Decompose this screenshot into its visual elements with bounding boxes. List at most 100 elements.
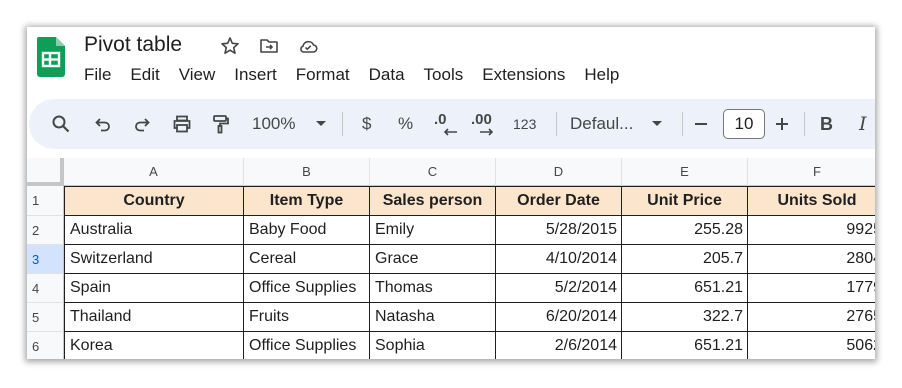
toolbar-divider bbox=[342, 112, 343, 136]
toolbar-divider bbox=[682, 112, 683, 136]
column-header-row: A B C D E F bbox=[27, 158, 875, 186]
column-header-c[interactable]: C bbox=[370, 158, 496, 186]
more-formats-button[interactable]: 123 bbox=[513, 99, 536, 149]
print-icon bbox=[173, 115, 191, 133]
menu-insert[interactable]: Insert bbox=[234, 64, 277, 86]
toolbar: 100% $ % .0 .00 123 Defaul... 10 B I bbox=[29, 99, 875, 149]
search-menus-button[interactable] bbox=[51, 99, 71, 149]
column-header-d[interactable]: D bbox=[496, 158, 622, 186]
column-header-e[interactable]: E bbox=[622, 158, 748, 186]
menu-file[interactable]: File bbox=[84, 64, 111, 86]
table-cell[interactable]: Cereal bbox=[244, 245, 370, 274]
menu-bar: File Edit View Insert Format Data Tools … bbox=[84, 64, 638, 86]
table-cell[interactable]: 9925 bbox=[748, 216, 875, 245]
table-cell[interactable]: Spain bbox=[64, 274, 244, 303]
table-cell[interactable]: Thomas bbox=[370, 274, 496, 303]
table-cell[interactable]: 322.7 bbox=[622, 303, 748, 332]
column-header-a[interactable]: A bbox=[64, 158, 244, 186]
font-size-input[interactable]: 10 bbox=[723, 109, 765, 139]
table-cell[interactable]: 255.28 bbox=[622, 216, 748, 245]
row-header-selected[interactable]: 3 bbox=[27, 245, 64, 274]
arrow-right-icon bbox=[480, 128, 494, 136]
menu-data[interactable]: Data bbox=[369, 64, 405, 86]
zoom-value: 100% bbox=[252, 114, 296, 133]
undo-button[interactable] bbox=[93, 99, 113, 149]
paint-format-button[interactable] bbox=[210, 99, 230, 149]
column-header-b[interactable]: B bbox=[244, 158, 370, 186]
table-cell[interactable]: Switzerland bbox=[64, 245, 244, 274]
table-row: 5 Thailand Fruits Natasha 6/20/2014 322.… bbox=[27, 303, 875, 332]
column-header-f[interactable]: F bbox=[748, 158, 875, 186]
table-cell[interactable]: 5062 bbox=[748, 332, 875, 359]
table-row: 6 Korea Office Supplies Sophia 2/6/2014 … bbox=[27, 332, 875, 359]
menu-view[interactable]: View bbox=[179, 64, 216, 86]
sheets-logo-icon[interactable] bbox=[37, 37, 65, 77]
table-cell[interactable]: 651.21 bbox=[622, 274, 748, 303]
table-row: 2 Australia Baby Food Emily 5/28/2015 25… bbox=[27, 216, 875, 245]
paint-format-icon bbox=[213, 115, 229, 134]
table-cell[interactable]: 2765 bbox=[748, 303, 875, 332]
menu-extensions[interactable]: Extensions bbox=[482, 64, 565, 86]
table-cell[interactable]: 2804 bbox=[748, 245, 875, 274]
table-cell[interactable]: 2/6/2014 bbox=[496, 332, 622, 359]
table-cell[interactable]: 6/20/2014 bbox=[496, 303, 622, 332]
table-header-cell[interactable]: Sales person bbox=[370, 186, 496, 216]
menu-edit[interactable]: Edit bbox=[130, 64, 159, 86]
font-select[interactable]: Defaul... bbox=[570, 99, 663, 149]
decrease-font-size-button[interactable] bbox=[694, 99, 708, 149]
row-header[interactable]: 6 bbox=[27, 332, 64, 359]
row-header[interactable]: 4 bbox=[27, 274, 64, 303]
menu-help[interactable]: Help bbox=[584, 64, 619, 86]
table-row: 1 Country Item Type Sales person Order D… bbox=[27, 186, 875, 216]
table-cell[interactable]: Sophia bbox=[370, 332, 496, 359]
table-header-cell[interactable]: Order Date bbox=[496, 186, 622, 216]
table-header-cell[interactable]: Units Sold bbox=[748, 186, 875, 216]
table-cell[interactable]: Korea bbox=[64, 332, 244, 359]
bold-button[interactable]: B bbox=[820, 99, 833, 149]
redo-icon bbox=[135, 118, 150, 132]
table-cell[interactable]: Grace bbox=[370, 245, 496, 274]
menu-tools[interactable]: Tools bbox=[424, 64, 464, 86]
table-cell[interactable]: 5/28/2015 bbox=[496, 216, 622, 245]
table-cell[interactable]: 1779 bbox=[748, 274, 875, 303]
arrow-left-icon bbox=[443, 128, 457, 136]
table-cell[interactable]: Baby Food bbox=[244, 216, 370, 245]
bold-icon: B bbox=[820, 113, 833, 134]
row-header[interactable]: 2 bbox=[27, 216, 64, 245]
table-cell[interactable]: 205.7 bbox=[622, 245, 748, 274]
row-header[interactable]: 5 bbox=[27, 303, 64, 332]
cloud-saved-icon[interactable] bbox=[298, 36, 318, 56]
menu-format[interactable]: Format bbox=[296, 64, 350, 86]
redo-button[interactable] bbox=[132, 99, 152, 149]
zoom-select[interactable]: 100% bbox=[252, 99, 327, 149]
increase-font-size-button[interactable] bbox=[775, 99, 789, 149]
table-header-cell[interactable]: Unit Price bbox=[622, 186, 748, 216]
table-cell[interactable]: Fruits bbox=[244, 303, 370, 332]
table-cell[interactable]: Natasha bbox=[370, 303, 496, 332]
table-row: 3 Switzerland Cereal Grace 4/10/2014 205… bbox=[27, 245, 875, 274]
chevron-down-icon bbox=[316, 121, 327, 126]
format-currency-button[interactable]: $ bbox=[362, 99, 371, 149]
sheets-window: Pivot table File Edit View Insert Format… bbox=[27, 27, 875, 359]
percent-icon: % bbox=[398, 114, 414, 133]
italic-button[interactable]: I bbox=[859, 99, 867, 149]
star-icon[interactable] bbox=[220, 36, 240, 56]
select-all-corner[interactable] bbox=[27, 158, 64, 186]
table-cell[interactable]: Emily bbox=[370, 216, 496, 245]
table-cell[interactable]: Thailand bbox=[64, 303, 244, 332]
table-cell[interactable]: 651.21 bbox=[622, 332, 748, 359]
format-percent-button[interactable]: % bbox=[398, 99, 413, 149]
table-cell[interactable]: 4/10/2014 bbox=[496, 245, 622, 274]
row-header[interactable]: 1 bbox=[27, 186, 64, 216]
table-header-cell[interactable]: Item Type bbox=[244, 186, 370, 216]
document-title[interactable]: Pivot table bbox=[84, 32, 182, 58]
increase-decimal-button[interactable]: .00 bbox=[471, 99, 497, 149]
print-button[interactable] bbox=[172, 99, 192, 149]
table-cell[interactable]: Office Supplies bbox=[244, 332, 370, 359]
table-header-cell[interactable]: Country bbox=[64, 186, 244, 216]
move-to-folder-icon[interactable] bbox=[259, 36, 279, 56]
table-cell[interactable]: Office Supplies bbox=[244, 274, 370, 303]
decrease-decimal-button[interactable]: .0 bbox=[434, 99, 458, 149]
table-cell[interactable]: 5/2/2014 bbox=[496, 274, 622, 303]
table-cell[interactable]: Australia bbox=[64, 216, 244, 245]
